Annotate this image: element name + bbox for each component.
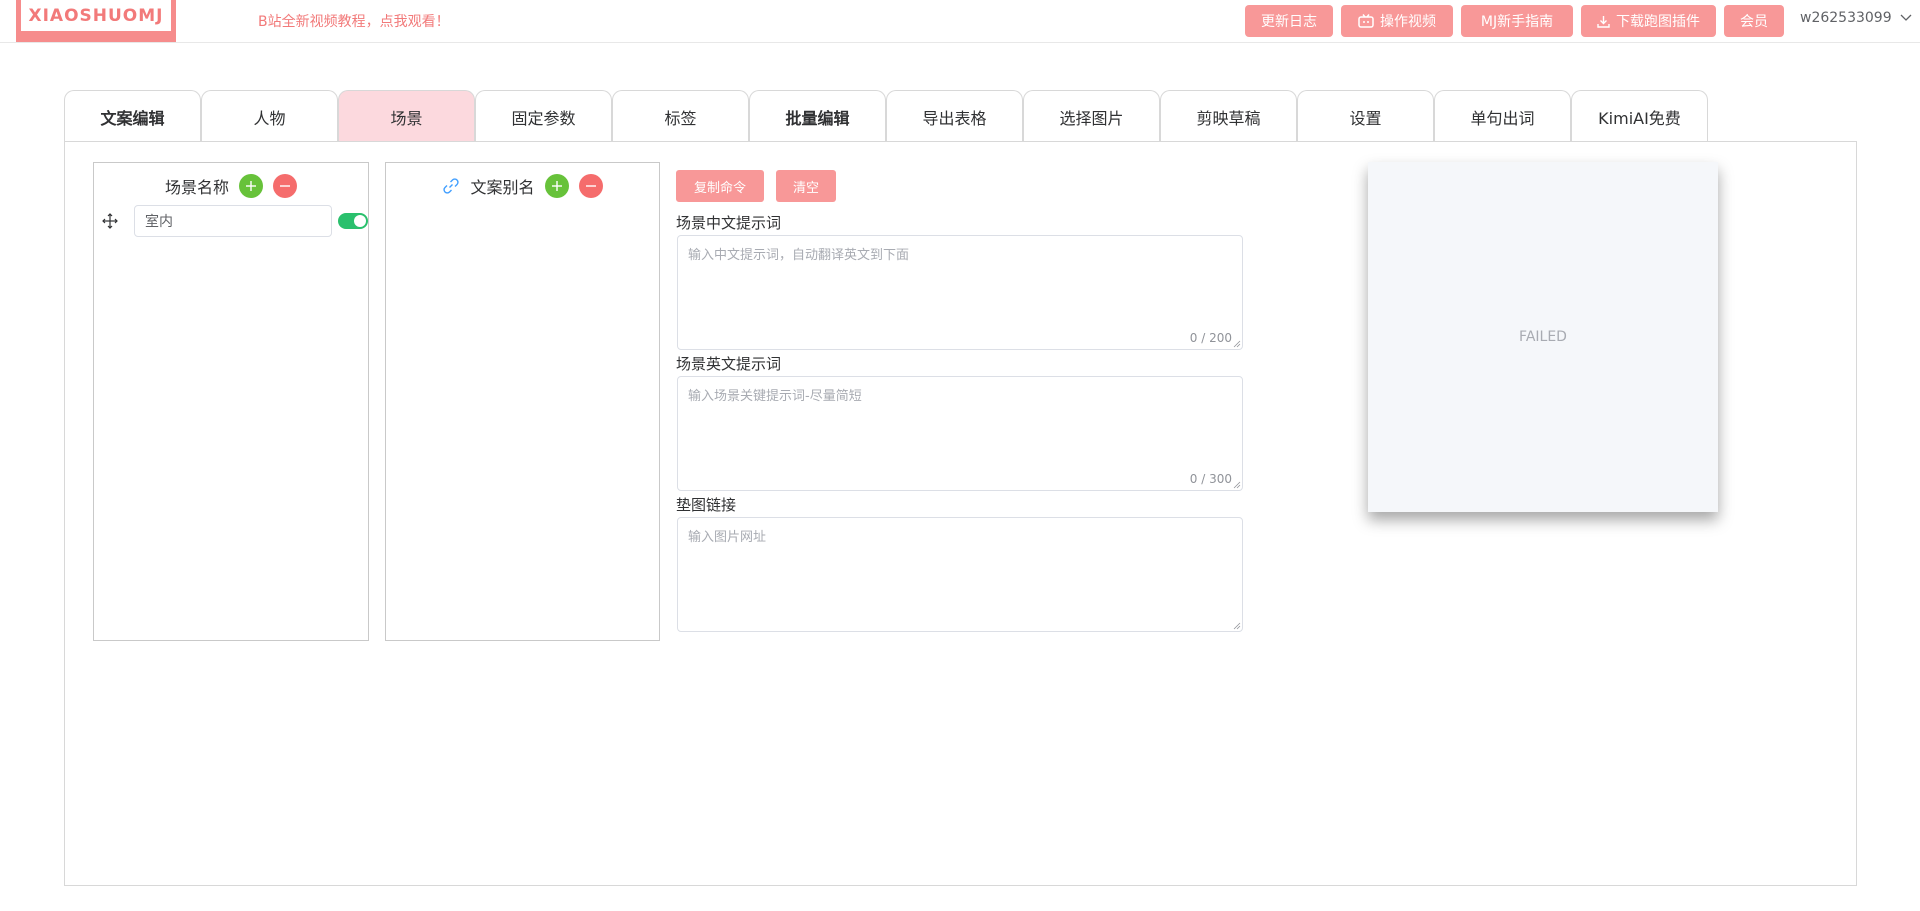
image-link-textarea[interactable]: 输入图片网址 [677,517,1243,632]
scene-list-title: 场景名称 [164,178,229,197]
chevron-down-icon [1900,14,1912,21]
main-tabs: 文案编辑 人物 场景 固定参数 标签 批量编辑 导出表格 选择图片 剪映草稿 设… [64,90,1708,142]
cn-prompt-label: 场景中文提示词 [676,214,782,232]
tv-icon [1358,14,1374,28]
cn-prompt-textarea[interactable]: 输入中文提示词，自动翻译英文到下面 0 / 200 [677,235,1243,350]
tab-export-table[interactable]: 导出表格 [886,90,1023,142]
list-item: 室内 [102,205,368,237]
en-prompt-counter: 0 / 300 [1189,472,1232,486]
cn-prompt-counter: 0 / 200 [1189,331,1232,345]
download-plugin-button[interactable]: 下载跑图插件 [1581,5,1716,37]
en-prompt-textarea[interactable]: 输入场景关键提示词-尽量简短 0 / 300 [677,376,1243,491]
link-icon [443,178,460,194]
user-menu[interactable]: w262533099 [1800,10,1912,26]
logo-text: XIAOSHUOMJ [28,5,164,26]
resize-grip-icon[interactable] [1233,481,1241,489]
en-prompt-label: 场景英文提示词 [676,355,782,373]
video-button[interactable]: 操作视频 [1341,5,1453,37]
remove-alias-button[interactable] [578,174,603,198]
resize-grip-icon[interactable] [1233,622,1241,630]
remove-scene-button[interactable] [273,174,297,198]
tab-kimi-ai[interactable]: KimiAI免费 [1571,90,1708,142]
tab-jianying-draft[interactable]: 剪映草稿 [1160,90,1297,142]
logo[interactable]: XIAOSHUOMJ [16,0,176,42]
tab-copy-edit[interactable]: 文案编辑 [64,90,201,142]
plus-icon [551,181,562,191]
tab-tags[interactable]: 标签 [612,90,749,142]
copy-command-button[interactable]: 复制命令 [676,170,764,202]
promo-link[interactable]: B站全新视频教程，点我观看！ [258,11,450,31]
tab-select-images[interactable]: 选择图片 [1023,90,1160,142]
image-status: FAILED [1519,329,1567,345]
plus-icon [246,181,256,191]
username: w262533099 [1800,10,1892,26]
tab-single-sentence[interactable]: 单句出词 [1434,90,1571,142]
add-alias-button[interactable] [544,174,569,198]
member-button[interactable]: 会员 [1724,5,1784,37]
resize-grip-icon[interactable] [1233,340,1241,348]
changelog-button[interactable]: 更新日志 [1245,5,1333,37]
drag-handle-icon[interactable] [102,213,118,229]
add-scene-button[interactable] [239,174,263,198]
minus-icon [585,185,596,187]
tab-batch-edit[interactable]: 批量编辑 [749,90,886,142]
alias-list-box: 文案别名 [385,162,660,641]
image-link-label: 垫图链接 [676,496,737,514]
scene-list-box: 场景名称 室内 [93,162,369,641]
tab-characters[interactable]: 人物 [201,90,338,142]
tab-scenes[interactable]: 场景 [338,90,475,142]
scene-enabled-toggle[interactable] [338,213,368,229]
clear-button[interactable]: 清空 [776,170,836,202]
download-icon [1597,15,1610,28]
tab-fixed-params[interactable]: 固定参数 [475,90,612,142]
top-header: XIAOSHUOMJ B站全新视频教程，点我观看！ 更新日志 操作视频 MJ新手… [0,0,1920,43]
scene-name-input[interactable]: 室内 [134,205,332,237]
alias-list-title: 文案别名 [470,178,535,197]
image-preview[interactable]: FAILED [1368,162,1718,512]
guide-button[interactable]: MJ新手指南 [1461,5,1573,37]
minus-icon [280,185,290,187]
tab-settings[interactable]: 设置 [1297,90,1434,142]
